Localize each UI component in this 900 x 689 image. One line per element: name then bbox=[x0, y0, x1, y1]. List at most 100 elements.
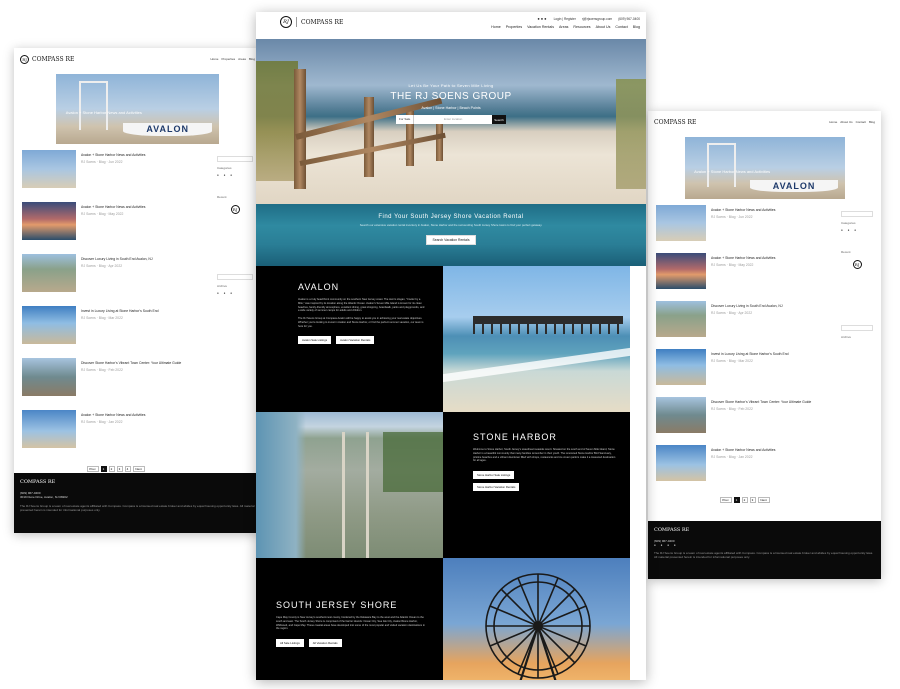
blog-post[interactable]: Avalon + Stone Harbor News and Activitie… bbox=[656, 205, 833, 241]
post-meta: RJ Soens · Blog · Apr 2022 bbox=[711, 310, 753, 315]
blog-post[interactable]: Discover Luxury Living in South End Aval… bbox=[22, 254, 209, 292]
header-right: ●●● Login | Register rj@rjsoensgroup.com… bbox=[491, 16, 640, 29]
page-3[interactable]: 3 bbox=[749, 497, 756, 503]
social-icons-2[interactable]: ● ● ● bbox=[217, 291, 253, 295]
footer-legal: The RJ Soens Group is a team of real est… bbox=[654, 550, 874, 560]
blog-logo[interactable]: RJ COMPASS RE bbox=[20, 54, 74, 64]
blog-post[interactable]: Discover Stone Harbor's Vibrant Town Cen… bbox=[656, 397, 833, 433]
all-vacation-rentals-button[interactable]: All Vacation Rentals bbox=[308, 639, 342, 647]
post-thumbnail[interactable] bbox=[22, 358, 76, 396]
blog-post[interactable]: Avalon + Stone Harbor News and Activitie… bbox=[22, 202, 209, 240]
page-1[interactable]: 1 bbox=[733, 497, 740, 503]
post-thumbnail[interactable] bbox=[22, 410, 76, 448]
post-thumbnail[interactable] bbox=[22, 306, 76, 344]
page-next[interactable]: Next bbox=[757, 497, 770, 503]
post-thumbnail[interactable] bbox=[656, 205, 706, 241]
post-thumbnail[interactable] bbox=[22, 254, 76, 292]
nav-properties[interactable]: Properties bbox=[506, 25, 522, 29]
blog-post[interactable]: Invest in Luxury Living at Stone Harbor'… bbox=[22, 306, 209, 344]
post-title[interactable]: Discover Stone Harbor's Vibrant Town Cen… bbox=[81, 361, 181, 366]
south-jersey-row: SOUTH JERSEY SHORE Cape May County is Ne… bbox=[256, 558, 646, 680]
post-title[interactable]: Discover Luxury Living in South End Aval… bbox=[711, 304, 783, 309]
page-2[interactable]: 2 bbox=[108, 466, 115, 472]
page-next[interactable]: Next bbox=[132, 466, 145, 472]
ferris-wheel-photo bbox=[443, 558, 630, 680]
blog-post[interactable]: Discover Stone Harbor's Vibrant Town Cen… bbox=[22, 358, 209, 396]
post-title[interactable]: Discover Luxury Living in South End Aval… bbox=[81, 257, 153, 262]
blog-post[interactable]: Avalon + Stone Harbor News and Activitie… bbox=[656, 445, 833, 481]
nav-properties[interactable]: Properties bbox=[221, 57, 235, 61]
page-4[interactable]: 4 bbox=[124, 466, 131, 472]
post-thumbnail[interactable] bbox=[656, 349, 706, 385]
page-3[interactable]: 3 bbox=[116, 466, 123, 472]
phone-link[interactable]: (609) 967-0400 bbox=[618, 17, 640, 21]
nav-areas[interactable]: Areas bbox=[238, 57, 246, 61]
post-thumbnail[interactable] bbox=[656, 445, 706, 481]
post-title[interactable]: Avalon + Stone Harbor News and Activitie… bbox=[81, 205, 146, 210]
search-input[interactable]: Enter location bbox=[414, 115, 492, 124]
blog-post[interactable]: Discover Luxury Living in South End Aval… bbox=[656, 301, 833, 337]
page-2[interactable]: 2 bbox=[741, 497, 748, 503]
social-icons[interactable]: ● ● ● bbox=[841, 228, 873, 232]
post-thumbnail[interactable] bbox=[656, 397, 706, 433]
hero-text: Let Us Be Your Path to Seven Mile Living… bbox=[256, 83, 646, 124]
post-title[interactable]: Avalon + Stone Harbor News and Activitie… bbox=[711, 448, 776, 453]
nav-home[interactable]: Home bbox=[210, 57, 218, 61]
page-prev[interactable]: Prev bbox=[719, 497, 732, 503]
search-type-select[interactable]: For Sale bbox=[396, 115, 415, 124]
avalon-vacation-rentals-button[interactable]: Avalon Vacation Rentals bbox=[336, 336, 375, 345]
search-vacation-rentals-button[interactable]: Search Vacation Rentals bbox=[426, 234, 476, 245]
nav-blog[interactable]: Blog bbox=[869, 120, 875, 124]
blog-post[interactable]: Avalon + Stone Harbor News and Activitie… bbox=[656, 253, 833, 289]
sidebar-categories-heading: Categories bbox=[217, 166, 232, 170]
social-icons[interactable]: ● ● ● bbox=[217, 173, 253, 177]
sidebar-search-input[interactable] bbox=[217, 156, 253, 162]
nav-about[interactable]: About Us bbox=[840, 120, 852, 124]
post-thumbnail[interactable] bbox=[22, 202, 76, 240]
login-link[interactable]: Login | Register bbox=[554, 17, 576, 21]
nav-about[interactable]: About Us bbox=[596, 25, 611, 29]
sidebar-search-input-2[interactable] bbox=[217, 274, 253, 280]
post-title[interactable]: Avalon + Stone Harbor News and Activitie… bbox=[711, 256, 776, 261]
post-title[interactable]: Avalon + Stone Harbor News and Activitie… bbox=[81, 153, 146, 158]
blog-post[interactable]: Invest in Luxury Living at Stone Harbor'… bbox=[656, 349, 833, 385]
stone-harbor-sale-listings-button[interactable]: Stone Harbor Sale Listings bbox=[473, 471, 515, 479]
nav-home[interactable]: Home bbox=[491, 25, 501, 29]
lifeguard-tower-graphic bbox=[706, 143, 736, 187]
all-sale-listings-button[interactable]: All Sale Listings bbox=[276, 639, 304, 647]
blog-nav: Home Properties Areas Blog bbox=[210, 57, 255, 61]
post-title[interactable]: Invest in Luxury Living at Stone Harbor'… bbox=[81, 309, 159, 314]
footer-social-icons[interactable]: ● ● ● ● bbox=[654, 543, 875, 548]
post-meta: RJ Soens · Blog · Mar 2022 bbox=[711, 358, 753, 363]
sidebar-search-input-2[interactable] bbox=[841, 325, 873, 331]
post-title[interactable]: Avalon + Stone Harbor News and Activitie… bbox=[81, 413, 146, 418]
nav-areas[interactable]: Areas bbox=[559, 25, 568, 29]
nav-vacation-rentals[interactable]: Vacation Rentals bbox=[527, 25, 554, 29]
social-icons[interactable]: ●●● bbox=[537, 16, 547, 21]
nav-blog[interactable]: Blog bbox=[249, 57, 255, 61]
post-title[interactable]: Avalon + Stone Harbor News and Activitie… bbox=[711, 208, 776, 213]
nav-contact[interactable]: Contact bbox=[615, 25, 627, 29]
email-link[interactable]: rj@rjsoensgroup.com bbox=[582, 17, 612, 21]
avalon-sale-listings-button[interactable]: Avalon Sale Listings bbox=[298, 336, 332, 345]
nav-resources[interactable]: Resources bbox=[573, 25, 590, 29]
wave-graphic bbox=[443, 347, 630, 383]
sidebar-search-input[interactable] bbox=[841, 211, 873, 217]
blog-logo[interactable]: COMPASS RE bbox=[654, 119, 696, 126]
blog-post[interactable]: Avalon + Stone Harbor News and Activitie… bbox=[22, 410, 209, 448]
post-title[interactable]: Invest in Luxury Living at Stone Harbor'… bbox=[711, 352, 789, 357]
stone-harbor-vacation-rentals-button[interactable]: Stone Harbor Vacation Rentals bbox=[473, 483, 520, 491]
nav-blog[interactable]: Blog bbox=[633, 25, 640, 29]
post-thumbnail[interactable] bbox=[656, 301, 706, 337]
post-thumbnail[interactable] bbox=[656, 253, 706, 289]
post-title[interactable]: Discover Stone Harbor's Vibrant Town Cen… bbox=[711, 400, 811, 405]
nav-contact[interactable]: Contact bbox=[856, 120, 866, 124]
page-1[interactable]: 1 bbox=[100, 466, 107, 472]
post-thumbnail[interactable] bbox=[22, 150, 76, 188]
blog-post[interactable]: Avalon + Stone Harbor News and Activitie… bbox=[22, 150, 209, 188]
avalon-text-block: AVALON Avalon is a truly beachfront comm… bbox=[256, 266, 443, 412]
nav-home[interactable]: Home bbox=[829, 120, 837, 124]
page-prev[interactable]: Prev bbox=[86, 466, 99, 472]
site-logo[interactable]: RJ COMPASS RE bbox=[280, 16, 343, 28]
search-button[interactable]: Search bbox=[492, 115, 506, 124]
